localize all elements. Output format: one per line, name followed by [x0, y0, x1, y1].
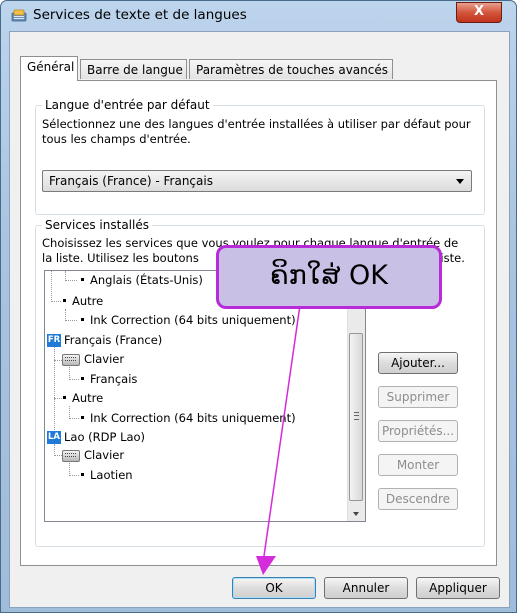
annotation-arrow-line [263, 304, 301, 557]
annotation-callout: ຄິກໃສ່ OK [216, 245, 442, 309]
annotation-arrow-head [256, 556, 276, 575]
